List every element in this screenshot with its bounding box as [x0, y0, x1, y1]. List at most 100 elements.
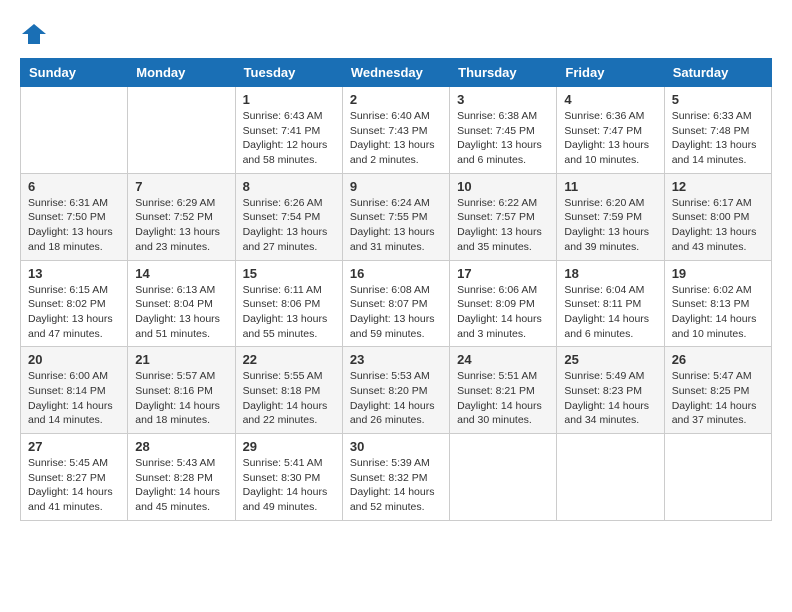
day-info: Sunrise: 5:39 AMSunset: 8:32 PMDaylight:… — [350, 456, 442, 515]
day-number: 6 — [28, 179, 120, 194]
calendar-week-row: 13 Sunrise: 6:15 AMSunset: 8:02 PMDayligh… — [21, 260, 772, 347]
calendar-cell: 28 Sunrise: 5:43 AMSunset: 8:28 PMDayligh… — [128, 434, 235, 521]
calendar-header-friday: Friday — [557, 59, 664, 87]
day-info: Sunrise: 5:47 AMSunset: 8:25 PMDaylight:… — [672, 369, 764, 428]
calendar-cell: 22 Sunrise: 5:55 AMSunset: 8:18 PMDayligh… — [235, 347, 342, 434]
calendar-cell: 15 Sunrise: 6:11 AMSunset: 8:06 PMDayligh… — [235, 260, 342, 347]
calendar-table: SundayMondayTuesdayWednesdayThursdayFrid… — [20, 58, 772, 521]
calendar-header-sunday: Sunday — [21, 59, 128, 87]
calendar-header-monday: Monday — [128, 59, 235, 87]
day-number: 22 — [243, 352, 335, 367]
day-info: Sunrise: 6:38 AMSunset: 7:45 PMDaylight:… — [457, 109, 549, 168]
day-info: Sunrise: 6:13 AMSunset: 8:04 PMDaylight:… — [135, 283, 227, 342]
calendar-header-wednesday: Wednesday — [342, 59, 449, 87]
calendar-cell: 20 Sunrise: 6:00 AMSunset: 8:14 PMDayligh… — [21, 347, 128, 434]
calendar-cell: 3 Sunrise: 6:38 AMSunset: 7:45 PMDaylight… — [450, 87, 557, 174]
calendar-header-tuesday: Tuesday — [235, 59, 342, 87]
day-info: Sunrise: 5:45 AMSunset: 8:27 PMDaylight:… — [28, 456, 120, 515]
day-info: Sunrise: 5:53 AMSunset: 8:20 PMDaylight:… — [350, 369, 442, 428]
day-info: Sunrise: 5:51 AMSunset: 8:21 PMDaylight:… — [457, 369, 549, 428]
logo — [20, 20, 52, 48]
day-number: 9 — [350, 179, 442, 194]
calendar-header-row: SundayMondayTuesdayWednesdayThursdayFrid… — [21, 59, 772, 87]
day-info: Sunrise: 6:31 AMSunset: 7:50 PMDaylight:… — [28, 196, 120, 255]
calendar-cell: 12 Sunrise: 6:17 AMSunset: 8:00 PMDayligh… — [664, 173, 771, 260]
calendar-week-row: 6 Sunrise: 6:31 AMSunset: 7:50 PMDaylight… — [21, 173, 772, 260]
calendar-cell: 25Sunrise: 5:49 AMSunset: 8:23 PMDayligh… — [557, 347, 664, 434]
calendar-cell: 21 Sunrise: 5:57 AMSunset: 8:16 PMDayligh… — [128, 347, 235, 434]
day-info: Sunrise: 6:40 AMSunset: 7:43 PMDaylight:… — [350, 109, 442, 168]
day-number: 15 — [243, 266, 335, 281]
day-info: Sunrise: 6:00 AMSunset: 8:14 PMDaylight:… — [28, 369, 120, 428]
calendar-header-saturday: Saturday — [664, 59, 771, 87]
day-info: Sunrise: 5:55 AMSunset: 8:18 PMDaylight:… — [243, 369, 335, 428]
calendar-cell: 5Sunrise: 6:33 AMSunset: 7:48 PMDaylight… — [664, 87, 771, 174]
day-number: 20 — [28, 352, 120, 367]
calendar-cell: 8Sunrise: 6:26 AMSunset: 7:54 PMDaylight… — [235, 173, 342, 260]
calendar-cell: 1 Sunrise: 6:43 AMSunset: 7:41 PMDaylight… — [235, 87, 342, 174]
calendar-cell — [128, 87, 235, 174]
day-info: Sunrise: 6:43 AMSunset: 7:41 PMDaylight:… — [243, 109, 335, 168]
calendar-week-row: 20 Sunrise: 6:00 AMSunset: 8:14 PMDayligh… — [21, 347, 772, 434]
day-number: 26 — [672, 352, 764, 367]
day-number: 27 — [28, 439, 120, 454]
day-number: 2 — [350, 92, 442, 107]
calendar-cell: 13 Sunrise: 6:15 AMSunset: 8:02 PMDayligh… — [21, 260, 128, 347]
day-number: 30 — [350, 439, 442, 454]
day-info: Sunrise: 6:04 AMSunset: 8:11 PMDaylight:… — [564, 283, 656, 342]
day-info: Sunrise: 5:41 AMSunset: 8:30 PMDaylight:… — [243, 456, 335, 515]
day-info: Sunrise: 5:43 AMSunset: 8:28 PMDaylight:… — [135, 456, 227, 515]
calendar-cell: 16Sunrise: 6:08 AMSunset: 8:07 PMDayligh… — [342, 260, 449, 347]
day-number: 7 — [135, 179, 227, 194]
day-number: 11 — [564, 179, 656, 194]
day-number: 8 — [243, 179, 335, 194]
day-number: 4 — [564, 92, 656, 107]
calendar-cell: 6 Sunrise: 6:31 AMSunset: 7:50 PMDaylight… — [21, 173, 128, 260]
calendar-cell: 27 Sunrise: 5:45 AMSunset: 8:27 PMDayligh… — [21, 434, 128, 521]
day-info: Sunrise: 6:24 AMSunset: 7:55 PMDaylight:… — [350, 196, 442, 255]
calendar-cell: 19Sunrise: 6:02 AMSunset: 8:13 PMDayligh… — [664, 260, 771, 347]
day-info: Sunrise: 6:06 AMSunset: 8:09 PMDaylight:… — [457, 283, 549, 342]
calendar-cell: 24 Sunrise: 5:51 AMSunset: 8:21 PMDayligh… — [450, 347, 557, 434]
day-info: Sunrise: 5:57 AMSunset: 8:16 PMDaylight:… — [135, 369, 227, 428]
calendar-cell: 17 Sunrise: 6:06 AMSunset: 8:09 PMDayligh… — [450, 260, 557, 347]
day-number: 10 — [457, 179, 549, 194]
day-info: Sunrise: 6:17 AMSunset: 8:00 PMDaylight:… — [672, 196, 764, 255]
day-number: 13 — [28, 266, 120, 281]
day-info: Sunrise: 6:33 AMSunset: 7:48 PMDaylight:… — [672, 109, 764, 168]
calendar-header-thursday: Thursday — [450, 59, 557, 87]
day-number: 14 — [135, 266, 227, 281]
day-info: Sunrise: 6:15 AMSunset: 8:02 PMDaylight:… — [28, 283, 120, 342]
calendar-cell: 23 Sunrise: 5:53 AMSunset: 8:20 PMDayligh… — [342, 347, 449, 434]
calendar-cell: 18 Sunrise: 6:04 AMSunset: 8:11 PMDayligh… — [557, 260, 664, 347]
day-number: 17 — [457, 266, 549, 281]
day-info: Sunrise: 6:02 AMSunset: 8:13 PMDaylight:… — [672, 283, 764, 342]
calendar-cell — [557, 434, 664, 521]
calendar-cell — [664, 434, 771, 521]
day-info: Sunrise: 5:49 AMSunset: 8:23 PMDaylight:… — [564, 369, 656, 428]
calendar-cell: 4 Sunrise: 6:36 AMSunset: 7:47 PMDaylight… — [557, 87, 664, 174]
day-number: 29 — [243, 439, 335, 454]
day-info: Sunrise: 6:20 AMSunset: 7:59 PMDaylight:… — [564, 196, 656, 255]
day-number: 1 — [243, 92, 335, 107]
day-number: 18 — [564, 266, 656, 281]
calendar-cell: 10 Sunrise: 6:22 AMSunset: 7:57 PMDayligh… — [450, 173, 557, 260]
calendar-week-row: 1 Sunrise: 6:43 AMSunset: 7:41 PMDaylight… — [21, 87, 772, 174]
calendar-cell: 14 Sunrise: 6:13 AMSunset: 8:04 PMDayligh… — [128, 260, 235, 347]
day-info: Sunrise: 6:36 AMSunset: 7:47 PMDaylight:… — [564, 109, 656, 168]
calendar-week-row: 27 Sunrise: 5:45 AMSunset: 8:27 PMDayligh… — [21, 434, 772, 521]
calendar-cell — [21, 87, 128, 174]
calendar-cell: 11 Sunrise: 6:20 AMSunset: 7:59 PMDayligh… — [557, 173, 664, 260]
day-number: 21 — [135, 352, 227, 367]
day-number: 23 — [350, 352, 442, 367]
logo-icon — [20, 20, 48, 48]
day-info: Sunrise: 6:11 AMSunset: 8:06 PMDaylight:… — [243, 283, 335, 342]
day-number: 28 — [135, 439, 227, 454]
day-number: 12 — [672, 179, 764, 194]
calendar-cell: 30 Sunrise: 5:39 AMSunset: 8:32 PMDayligh… — [342, 434, 449, 521]
day-number: 3 — [457, 92, 549, 107]
day-info: Sunrise: 6:22 AMSunset: 7:57 PMDaylight:… — [457, 196, 549, 255]
day-number: 24 — [457, 352, 549, 367]
calendar-cell — [450, 434, 557, 521]
calendar-cell: 9 Sunrise: 6:24 AMSunset: 7:55 PMDaylight… — [342, 173, 449, 260]
